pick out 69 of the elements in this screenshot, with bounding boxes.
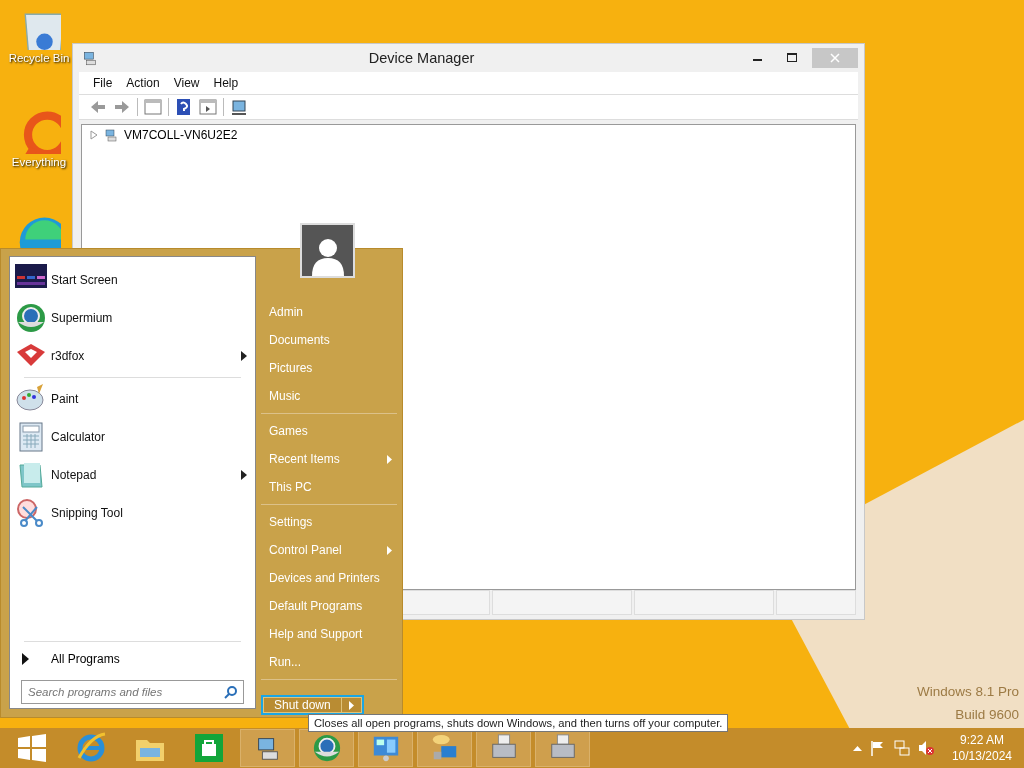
expand-arrow-icon[interactable] bbox=[90, 130, 98, 140]
scan-hardware-button[interactable] bbox=[230, 98, 248, 116]
program-item[interactable]: Paint bbox=[10, 380, 255, 418]
back-arrow-icon bbox=[89, 98, 107, 116]
menu-item[interactable]: View bbox=[167, 74, 206, 92]
program-item[interactable]: r3dfox bbox=[10, 337, 255, 375]
flag-icon[interactable] bbox=[869, 740, 886, 756]
program-item[interactable]: Snipping Tool bbox=[10, 494, 255, 532]
start-menu-link[interactable]: Admin bbox=[261, 298, 397, 326]
person-silhouette-icon bbox=[309, 236, 346, 276]
close-icon bbox=[830, 53, 840, 63]
back-arrow-button[interactable] bbox=[89, 98, 107, 116]
menu-item[interactable]: Action bbox=[120, 74, 166, 92]
properties-icon bbox=[199, 98, 217, 116]
program-item[interactable]: Calculator bbox=[10, 418, 255, 456]
clock-date[interactable]: 10/13/2024 bbox=[951, 748, 1012, 764]
start-menu-link[interactable]: Help and Support bbox=[261, 620, 397, 648]
start-menu-link[interactable]: Devices and Printers bbox=[261, 564, 397, 592]
program-item[interactable]: Notepad bbox=[10, 456, 255, 494]
taskbar-button[interactable] bbox=[299, 729, 354, 767]
program-item[interactable]: Supermium bbox=[10, 299, 255, 337]
scan-hardware-icon bbox=[230, 98, 248, 116]
globe-icon bbox=[15, 302, 47, 334]
search-icon[interactable] bbox=[224, 685, 238, 699]
tree-node-label[interactable]: VM7COLL-VN6U2E2 bbox=[124, 128, 238, 142]
computer-icon bbox=[103, 127, 119, 143]
globe-icon bbox=[311, 733, 342, 763]
computer-icon bbox=[81, 49, 99, 67]
store-icon bbox=[192, 732, 225, 764]
desktop-icon-label[interactable]: Everything bbox=[11, 156, 67, 168]
network-icon[interactable] bbox=[893, 740, 910, 756]
forward-arrow-icon bbox=[113, 98, 131, 116]
desktop-icon-label[interactable]: Recycle Bin bbox=[8, 52, 70, 64]
shut-down-button[interactable]: Shut down bbox=[263, 697, 342, 713]
show-hidden-icons-icon[interactable] bbox=[852, 745, 862, 751]
pane-icon bbox=[144, 98, 162, 116]
forward-arrow-button[interactable] bbox=[113, 98, 131, 116]
properties-button[interactable] bbox=[199, 98, 217, 116]
maximize-icon bbox=[787, 53, 797, 63]
start-menu-link[interactable]: Documents bbox=[261, 326, 397, 354]
help-button[interactable] bbox=[175, 98, 193, 116]
all-programs-button[interactable]: All Programs bbox=[10, 644, 255, 674]
start-menu-link[interactable]: Control Panel bbox=[261, 536, 397, 564]
clock-time[interactable]: 9:22 AM bbox=[959, 732, 1004, 748]
start-menu-link[interactable]: Settings bbox=[261, 508, 397, 536]
start-menu-link[interactable]: This PC bbox=[261, 473, 397, 501]
triangle-arrow-icon bbox=[22, 653, 29, 665]
speaker-muted-icon[interactable] bbox=[917, 740, 934, 756]
caret-icon bbox=[348, 700, 354, 710]
window-title: Device Manager bbox=[367, 50, 476, 66]
menu-item[interactable]: File bbox=[87, 74, 119, 92]
program-item[interactable]: Start Screen bbox=[10, 261, 255, 299]
taskbar-button[interactable] bbox=[240, 729, 295, 767]
pane-button[interactable] bbox=[144, 98, 162, 116]
tooltip: Closes all open programs, shuts down Windows, and then turns off your computer. bbox=[308, 714, 729, 732]
help-icon bbox=[175, 98, 193, 116]
user-avatar[interactable] bbox=[300, 223, 355, 278]
watermark-text: Windows 8.1 Pro bbox=[916, 684, 1019, 699]
start-menu-link[interactable]: Games bbox=[261, 417, 397, 445]
shut-down-options-button[interactable] bbox=[341, 697, 362, 713]
menu-item[interactable]: Help bbox=[207, 74, 245, 92]
start-menu-link[interactable]: Recent Items bbox=[261, 445, 397, 473]
start-menu-link[interactable]: Music bbox=[261, 382, 397, 410]
search-field[interactable]: Search programs and files bbox=[21, 680, 244, 704]
start-menu-link[interactable]: Run... bbox=[261, 648, 397, 676]
windows-logo-icon bbox=[17, 734, 46, 762]
start-menu-link[interactable]: Default Programs bbox=[261, 592, 397, 620]
start-menu-link[interactable]: Pictures bbox=[261, 354, 397, 382]
watermark-text: Build 9600 bbox=[955, 707, 1019, 722]
